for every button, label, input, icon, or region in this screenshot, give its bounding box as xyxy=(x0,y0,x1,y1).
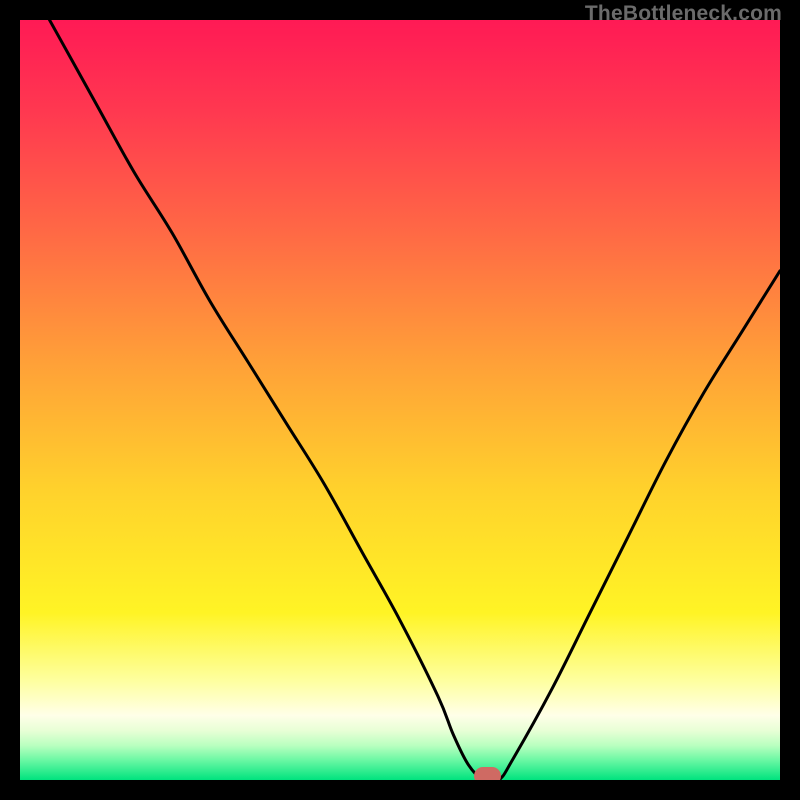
optimal-marker xyxy=(474,767,501,780)
bottleneck-curve xyxy=(20,20,780,780)
plot-area xyxy=(20,20,780,780)
chart-frame: TheBottleneck.com xyxy=(0,0,800,800)
watermark-text: TheBottleneck.com xyxy=(585,2,782,26)
